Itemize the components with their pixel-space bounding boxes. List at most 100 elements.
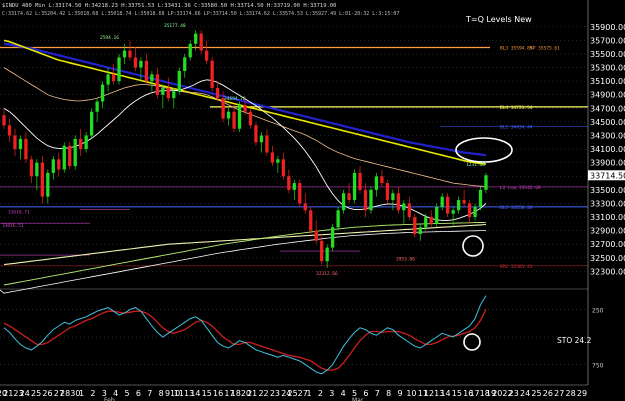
candle-body-down bbox=[199, 33, 203, 51]
candle-body-down bbox=[363, 189, 368, 211]
candle-body-down bbox=[29, 159, 34, 177]
candle-body-up bbox=[89, 111, 94, 136]
candle-body-up bbox=[150, 74, 154, 82]
candle-body-down bbox=[462, 200, 466, 204]
date-tick-label: 2 bbox=[318, 389, 323, 398]
candle-body-up bbox=[402, 203, 406, 211]
date-tick-label: 28 bbox=[566, 389, 576, 398]
candle-body-down bbox=[40, 162, 44, 197]
date-tick-label: 23 bbox=[509, 389, 519, 398]
candle-body-down bbox=[314, 230, 318, 241]
date-tick-label: 24 bbox=[520, 389, 530, 398]
date-tick-label: 22 bbox=[258, 389, 268, 398]
candle-body-down bbox=[413, 217, 417, 235]
candle-body-up bbox=[325, 247, 329, 262]
price-annotation: 33016.51 bbox=[2, 223, 24, 229]
level-label: BL5 33250.28 bbox=[500, 205, 533, 211]
current-price-label: 33714.50 bbox=[590, 171, 625, 180]
level-label: L2 Low 33542.68 bbox=[500, 185, 541, 191]
candle-body-up bbox=[51, 159, 55, 173]
candle-body-up bbox=[276, 159, 280, 163]
sto-tick-label: 750 bbox=[592, 363, 604, 370]
candle-body-down bbox=[281, 159, 285, 177]
sto-tick-label: 250 bbox=[592, 307, 604, 314]
price-annotation: 33610.71 bbox=[8, 210, 30, 216]
candle-body-up bbox=[100, 84, 105, 102]
candle-body-down bbox=[270, 152, 275, 163]
chart-background bbox=[0, 0, 625, 401]
price-tick-label: 33500.00 bbox=[590, 186, 625, 195]
date-tick-label: 26 bbox=[543, 389, 553, 398]
price-tick-label: 34300.00 bbox=[590, 132, 625, 141]
header-ohlc: $INDU 480 Min L:33174.50 H:34218.23 H:33… bbox=[2, 3, 336, 9]
candle-body-down bbox=[429, 217, 433, 224]
candle-body-up bbox=[478, 189, 483, 207]
candle-body-up bbox=[122, 50, 127, 58]
price-tick-label: 34100.00 bbox=[590, 145, 625, 154]
level-label: BL3 35594.89 bbox=[500, 46, 533, 52]
candle-body-down bbox=[287, 176, 291, 190]
candle-body-down bbox=[265, 135, 269, 153]
candle-body-down bbox=[358, 172, 362, 190]
date-tick-label: 6 bbox=[363, 389, 368, 398]
price-tick-label: 32700.00 bbox=[590, 240, 625, 249]
candle-body-down bbox=[347, 193, 351, 201]
candle-body-down bbox=[320, 240, 324, 262]
candle-body-up bbox=[18, 138, 23, 150]
date-tick-label: 2830 bbox=[60, 389, 80, 398]
candle-body-up bbox=[292, 183, 296, 190]
candle-body-down bbox=[407, 203, 411, 218]
month-label: Mar bbox=[352, 397, 364, 401]
candle-body-up bbox=[451, 210, 455, 214]
date-tick-label: 2 bbox=[90, 389, 95, 398]
candle-body-down bbox=[396, 193, 401, 211]
price-tick-label: 33900.00 bbox=[590, 159, 625, 168]
level-label: BL4 34721.54 bbox=[500, 105, 533, 111]
price-tick-label: 35300.00 bbox=[590, 64, 625, 73]
date-tick-label: 26 bbox=[42, 389, 52, 398]
date-tick-label: 4 bbox=[341, 389, 346, 398]
price-tick-label: 35100.00 bbox=[590, 77, 625, 86]
date-tick-label: 10 bbox=[406, 389, 416, 398]
candle-body-up bbox=[418, 227, 422, 235]
date-tick-label: 15 bbox=[202, 389, 212, 398]
candle-body-down bbox=[385, 183, 390, 201]
candle-body-up bbox=[183, 57, 187, 71]
candle-body-up bbox=[352, 172, 357, 201]
date-tick-label: 8 bbox=[159, 389, 164, 398]
candle-body-down bbox=[205, 50, 209, 61]
price-tick-label: 34900.00 bbox=[590, 91, 625, 100]
candle-body-down bbox=[232, 111, 236, 129]
candle-body-up bbox=[35, 162, 39, 177]
candle-body-down bbox=[210, 60, 214, 88]
candle-body-up bbox=[424, 217, 428, 228]
candle-body-down bbox=[7, 125, 12, 136]
candle-body-down bbox=[155, 74, 160, 95]
candle-body-up bbox=[226, 111, 231, 119]
date-tick-label: 6 bbox=[136, 389, 141, 398]
candle-body-down bbox=[380, 176, 384, 184]
date-tick-label: 8 bbox=[386, 389, 391, 398]
candle-body-up bbox=[369, 189, 373, 211]
price-tick-label: 35700.00 bbox=[590, 36, 625, 45]
candle-body-up bbox=[139, 60, 143, 68]
date-tick-label: 24 bbox=[20, 389, 30, 398]
date-tick-label: 3 bbox=[329, 389, 334, 398]
candle-body-down bbox=[303, 203, 307, 211]
sto-label: STO 24.2 bbox=[557, 336, 592, 345]
level-label: SP 35575.61 bbox=[530, 46, 560, 52]
date-tick-label: 1 bbox=[307, 389, 312, 398]
price-tick-label: 32900.00 bbox=[590, 227, 625, 236]
date-tick-label: 14 bbox=[190, 389, 200, 398]
candle-body-down bbox=[254, 125, 258, 143]
date-tick-label: 29 bbox=[577, 389, 587, 398]
price-tick-label: 33100.00 bbox=[590, 213, 625, 222]
candle-body-up bbox=[161, 87, 165, 95]
candle-body-down bbox=[133, 57, 138, 68]
price-tick-label: 32300.00 bbox=[590, 267, 625, 276]
candle-body-up bbox=[188, 43, 192, 58]
watermark-title: T=Q Levels New bbox=[465, 15, 532, 24]
stock-chart[interactable]: BL3 35594.89 BL4 34721.54 BL1 34434.44 L2 L… bbox=[0, 0, 625, 401]
price-annotation: 34694.78 bbox=[224, 96, 246, 102]
date-tick-label: 27 bbox=[554, 389, 564, 398]
